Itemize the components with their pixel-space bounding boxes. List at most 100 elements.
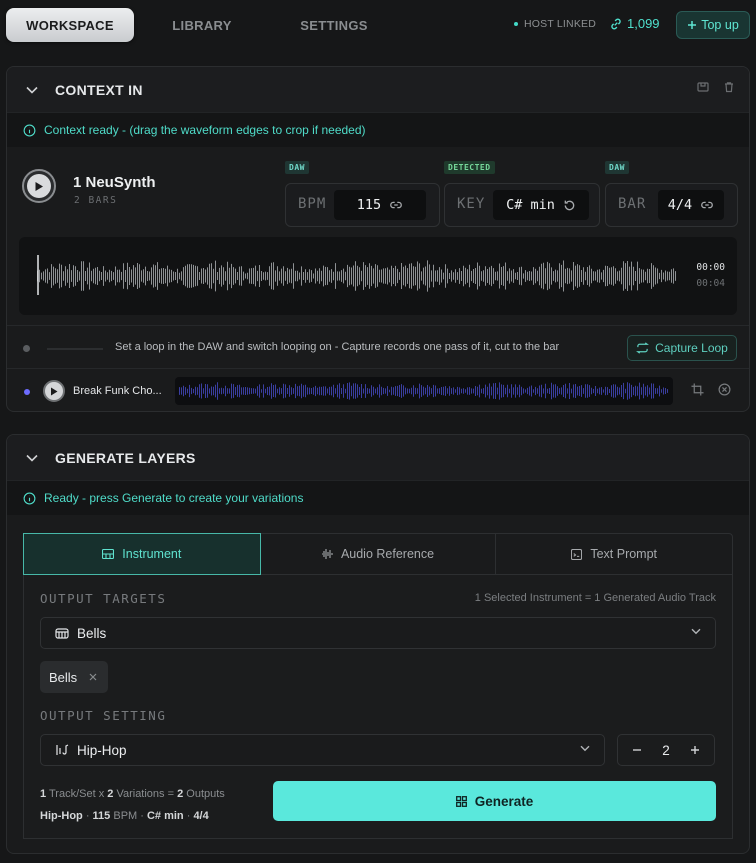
generate-info-bar: Ready - press Generate to create your va… (7, 481, 749, 515)
host-status-label: HOST LINKED (524, 18, 597, 30)
tab-audio-reference[interactable]: Audio Reference (260, 534, 497, 574)
repeat-icon (636, 342, 650, 354)
summary-tracks-text: Track/Set x (46, 788, 108, 800)
bar-source-badge: DAW (605, 161, 629, 174)
key-label: KEY (457, 196, 486, 212)
summary-variations-text: Variations = (113, 788, 178, 800)
generate-panel-title: GENERATE LAYERS (55, 449, 196, 466)
generate-body: OUTPUT TARGETS 1 Selected Instrument = 1… (23, 575, 733, 839)
reference-waveform-graphic[interactable] (179, 377, 669, 405)
reference-play-button[interactable] (43, 380, 65, 402)
minus-icon[interactable] (632, 745, 642, 755)
output-setting-label: OUTPUT SETTING (40, 708, 167, 723)
host-status: HOST LINKED (514, 18, 596, 30)
reference-track-row: Break Funk Cho... (7, 369, 749, 411)
link-icon[interactable] (700, 198, 714, 212)
plus-icon (688, 21, 697, 29)
text-prompt-icon (571, 548, 583, 560)
status-dot-icon (514, 22, 518, 26)
summary-genre: Hip-Hop (40, 810, 83, 822)
audio-wave-icon (321, 549, 333, 559)
keyboard-icon (102, 549, 115, 559)
tab-settings[interactable]: SETTINGS (270, 8, 398, 42)
context-waveform[interactable]: 00:00 00:04 (19, 237, 737, 315)
refresh-icon[interactable] (563, 199, 576, 212)
genre-select[interactable]: Hip-Hop (40, 734, 605, 766)
credits-balance: 1,099 (609, 16, 660, 31)
context-panel: CONTEXT IN Context ready - (drag the wav… (6, 66, 750, 412)
grid-icon (455, 795, 467, 807)
bpm-source-badge: DAW (285, 161, 309, 174)
save-icon[interactable] (697, 81, 709, 93)
reference-status-dot (24, 389, 30, 395)
plus-icon[interactable] (690, 745, 700, 755)
credits-value: 1,099 (627, 16, 660, 31)
bpm-value-box[interactable]: 115 (334, 190, 426, 220)
top-up-label: Top up (701, 18, 739, 32)
selected-instrument-chip: Bells (40, 661, 108, 693)
summary-bpm-unit: BPM · (110, 810, 147, 822)
loop-instructions: Set a loop in the DAW and switch looping… (115, 341, 560, 353)
link-icon[interactable] (389, 198, 403, 212)
bar-value: 4/4 (667, 197, 693, 213)
generate-panel: GENERATE LAYERS Ready - press Generate t… (6, 434, 750, 854)
tab-instrument-label: Instrument (122, 547, 182, 561)
tab-workspace[interactable]: WORKSPACE (6, 8, 134, 42)
generate-panel-header[interactable]: GENERATE LAYERS (7, 435, 749, 481)
chevron-down-icon (580, 745, 590, 752)
key-value: C# min (506, 197, 555, 213)
variations-stepper: 2 (617, 734, 715, 766)
context-info-text: Context ready - (drag the waveform edges… (44, 123, 366, 137)
top-nav: WORKSPACE LIBRARY SETTINGS HOST LINKED 1… (0, 0, 756, 50)
generate-button[interactable]: Generate (273, 781, 716, 821)
close-icon[interactable] (89, 673, 97, 681)
genre-value: Hip-Hop (77, 742, 127, 758)
generate-mode-tabs: Instrument Audio Reference Text Prompt (23, 533, 733, 575)
capture-loop-button[interactable]: Capture Loop (627, 335, 737, 361)
bpm-label: BPM (298, 196, 327, 212)
reference-track-name: Break Funk Cho... (73, 385, 162, 397)
bar-field: BAR 4/4 (605, 183, 738, 227)
tab-instrument[interactable]: Instrument (23, 533, 261, 575)
bar-value-box[interactable]: 4/4 (658, 190, 724, 220)
key-source-badge: DETECTED (444, 161, 495, 174)
summary-meter: 4/4 (193, 810, 209, 822)
chevron-down-icon[interactable] (23, 449, 41, 467)
tab-library[interactable]: LIBRARY (138, 8, 266, 42)
trash-icon[interactable] (723, 81, 735, 93)
waveform-graphic[interactable] (37, 237, 677, 315)
crop-icon[interactable] (691, 383, 704, 396)
reference-waveform[interactable] (175, 377, 673, 405)
capture-loop-label: Capture Loop (655, 341, 728, 355)
summary-separator: · (183, 810, 194, 822)
current-time: 00:00 (696, 262, 725, 273)
bell-icon (55, 627, 69, 639)
play-icon (35, 181, 43, 191)
play-icon (51, 387, 58, 395)
track-bars: 2 BARS (74, 195, 118, 206)
bar-label: BAR (618, 196, 647, 212)
bpm-value: 115 (356, 197, 382, 213)
info-icon (23, 124, 36, 136)
play-button[interactable] (22, 169, 56, 203)
output-targets-note: 1 Selected Instrument = 1 Generated Audi… (474, 592, 716, 604)
context-panel-header[interactable]: CONTEXT IN (7, 67, 749, 113)
chip-label: Bells (49, 669, 78, 685)
summary-separator: · (82, 810, 93, 822)
variations-value[interactable]: 2 (662, 743, 670, 758)
settings-summary: Hip-Hop · 115 BPM · C# min · 4/4 (40, 810, 209, 822)
output-summary: 1 Track/Set x 2 Variations = 2 Outputs (40, 788, 225, 800)
top-up-button[interactable]: Top up (676, 11, 750, 39)
loop-status-dot (23, 345, 30, 352)
close-circle-icon[interactable] (718, 383, 731, 396)
key-value-box[interactable]: C# min (493, 190, 589, 220)
key-field: KEY C# min (444, 183, 600, 227)
context-info-bar: Context ready - (drag the waveform edges… (7, 113, 749, 147)
chevron-down-icon[interactable] (23, 81, 41, 99)
tab-text-prompt-label: Text Prompt (590, 547, 658, 561)
bpm-field: BPM 115 (285, 183, 440, 227)
tab-text-prompt[interactable]: Text Prompt (496, 534, 732, 574)
summary-bpm: 115 (92, 810, 111, 822)
instrument-select[interactable]: Bells (40, 617, 716, 649)
track-name: 1 NeuSynth (73, 174, 156, 191)
